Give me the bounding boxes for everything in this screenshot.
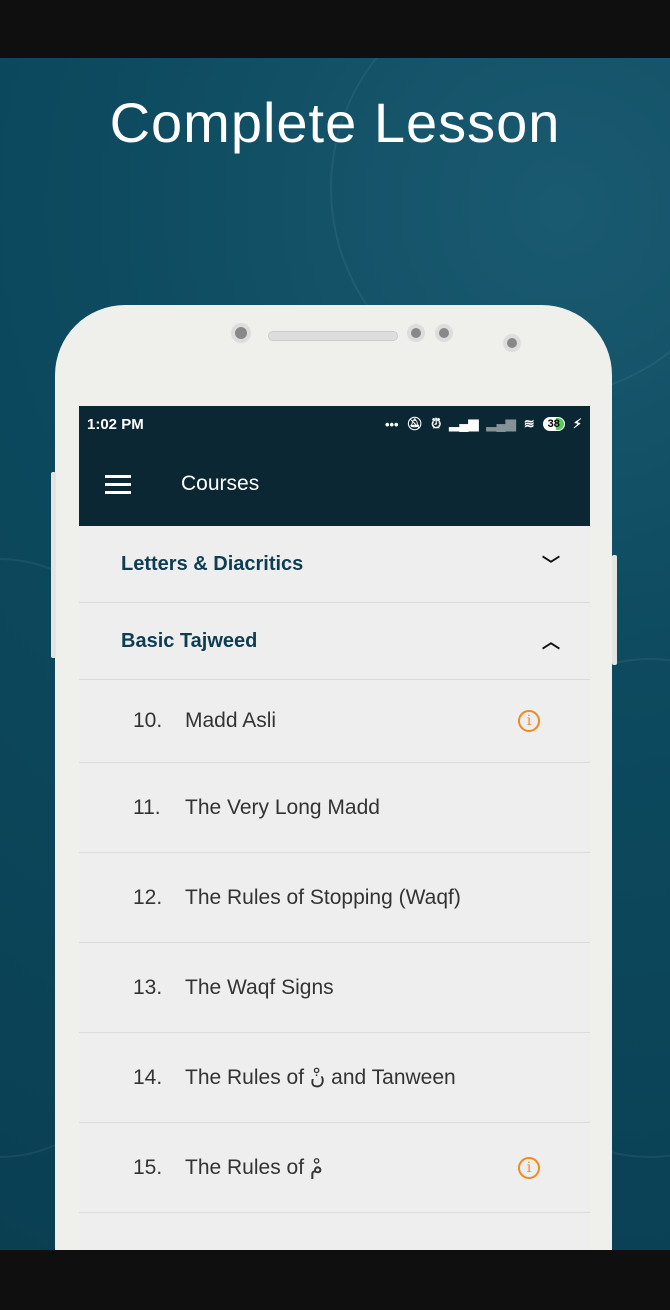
sensor: [503, 334, 521, 352]
lesson-number: 14.: [133, 1065, 163, 1089]
side-button: [51, 472, 56, 658]
lesson-title: The Very Long Madd: [185, 795, 380, 819]
lesson-item[interactable]: 12. The Rules of Stopping (Waqf): [79, 853, 590, 943]
lesson-item[interactable]: 11. The Very Long Madd: [79, 763, 590, 853]
lesson-title: The Rules of مْ: [185, 1156, 323, 1179]
headline: Complete Lesson: [109, 91, 561, 154]
signal-icon: ▂▄▆: [449, 416, 479, 431]
lesson-number: 11.: [133, 795, 161, 819]
lesson-title: The Rules of Stopping (Waqf): [185, 885, 461, 909]
lesson-number: 15.: [133, 1155, 163, 1179]
lesson-item[interactable]: 13. The Waqf Signs: [79, 943, 590, 1033]
more-notifications-icon: •••: [384, 416, 399, 432]
section-letters-diacritics[interactable]: Letters & Diacritics ﹀: [79, 526, 590, 603]
battery-level: 38: [547, 418, 560, 430]
lesson-item[interactable]: 14. The Rules of نْ and Tanween: [79, 1033, 590, 1123]
status-time: 1:02 PM: [87, 415, 144, 433]
info-icon[interactable]: i: [518, 1156, 540, 1179]
chevron-up-icon: ︿: [542, 632, 560, 652]
lesson-title: The Rules of نْ and Tanween: [185, 1066, 456, 1089]
lesson-title: Madd Asli: [185, 709, 277, 732]
app-screen: 1:02 PM ••• 🔕︎ ⏰︎ ▂▄▆ ▂▄▆ ≋ 38 ⚡︎ Course…: [79, 406, 590, 1250]
section-basic-tajweed[interactable]: Basic Tajweed ︿: [79, 603, 590, 680]
lesson-number: 13.: [133, 975, 163, 999]
alarm-icon: ⏰︎: [431, 416, 442, 431]
lesson-number: 12.: [133, 885, 163, 909]
lesson-number: 10.: [133, 709, 163, 732]
lesson-title: The Waqf Signs: [185, 975, 334, 999]
chevron-down-icon: ﹀: [542, 555, 560, 575]
camera: [231, 323, 251, 343]
bottom-bar: [0, 1250, 670, 1310]
wifi-icon: ≋: [523, 416, 535, 431]
speaker: [268, 331, 398, 341]
info-icon[interactable]: i: [518, 710, 540, 732]
toolbar: Courses: [79, 442, 590, 526]
section-label: Letters & Diacritics: [121, 552, 304, 575]
lesson-item[interactable]: 10. Madd Asli i: [79, 680, 590, 763]
side-button: [612, 555, 617, 665]
battery-icon: 38: [542, 417, 565, 431]
menu-icon[interactable]: [105, 474, 131, 494]
toolbar-title: Courses: [181, 472, 260, 495]
charging-icon: ⚡︎: [572, 416, 582, 431]
signal-none-icon: ▂▄▆: [486, 416, 516, 431]
sensor: [435, 324, 453, 342]
section-label: Basic Tajweed: [121, 629, 258, 652]
lesson-item[interactable]: 15. The Rules of مْ i: [79, 1123, 590, 1213]
status-bar: 1:02 PM ••• 🔕︎ ⏰︎ ▂▄▆ ▂▄▆ ≋ 38 ⚡︎: [79, 406, 590, 442]
mute-icon: 🔕︎: [406, 416, 424, 431]
sensor: [407, 324, 425, 342]
